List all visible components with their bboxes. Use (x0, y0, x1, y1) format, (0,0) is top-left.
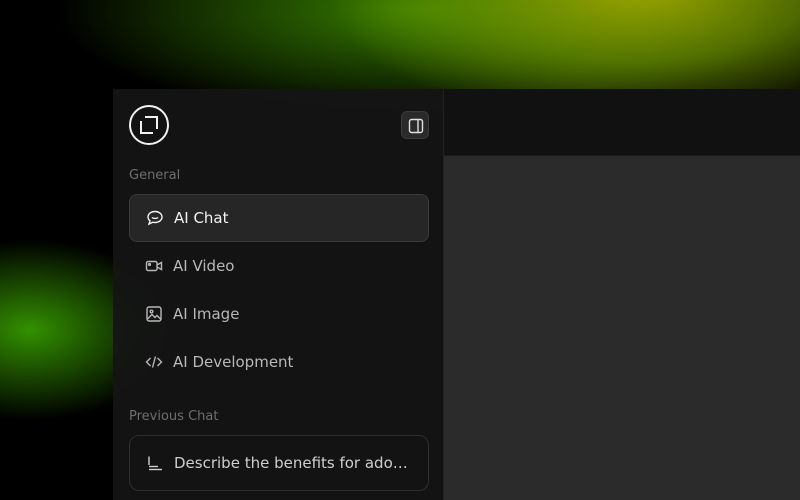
chat-bubble-icon (146, 209, 164, 227)
sidebar-toggle-button[interactable] (401, 111, 429, 139)
previous-chat-item[interactable]: Describe the benefits for adop... (129, 435, 429, 491)
top-bar (444, 89, 800, 156)
previous-chat-label: Describe the benefits for adop... (174, 454, 414, 472)
video-camera-icon (145, 257, 163, 275)
sidebar-panel-icon (408, 118, 424, 134)
sidebar-item-label: AI Video (173, 257, 235, 275)
sidebar-item-ai-development[interactable]: AI Development (129, 338, 429, 386)
app-window: General AI Chat AI Video AI Image AI Dev… (113, 89, 800, 500)
text-lines-icon (146, 454, 164, 472)
main-panel (444, 89, 800, 500)
logo[interactable] (129, 105, 169, 145)
sidebar: General AI Chat AI Video AI Image AI Dev… (113, 89, 444, 500)
square-bracket-logo-icon (140, 116, 158, 134)
sidebar-item-ai-image[interactable]: AI Image (129, 290, 429, 338)
image-icon (145, 305, 163, 323)
section-label-general: General (129, 168, 181, 183)
sidebar-item-label: AI Chat (174, 209, 229, 227)
sidebar-item-ai-chat[interactable]: AI Chat (129, 194, 429, 242)
sidebar-item-label: AI Image (173, 305, 240, 323)
code-icon (145, 353, 163, 371)
sidebar-item-ai-video[interactable]: AI Video (129, 242, 429, 290)
content-area (444, 156, 800, 500)
sidebar-item-label: AI Development (173, 353, 294, 371)
section-label-previous-chat: Previous Chat (129, 409, 219, 424)
